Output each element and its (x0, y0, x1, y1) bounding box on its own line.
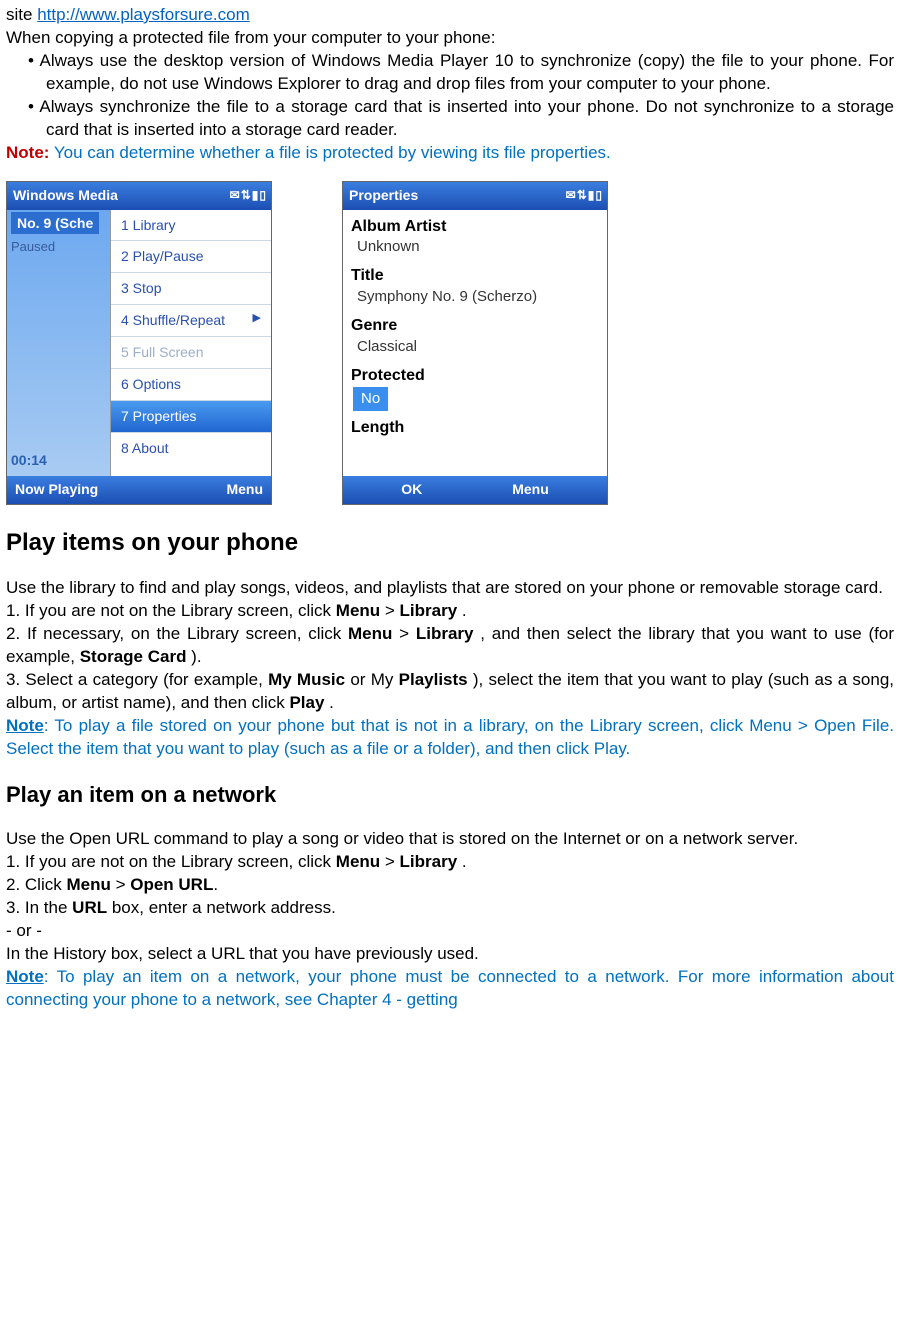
t: 3. In the (6, 898, 72, 917)
menu-item-stop[interactable]: 3 Stop (111, 273, 271, 305)
playback-status: Paused (11, 238, 55, 256)
softkey-menu-2[interactable]: Menu (512, 480, 549, 499)
t: > (392, 624, 415, 643)
label-title: Title (343, 263, 607, 287)
bold-menu-4: Menu (66, 875, 110, 894)
t: 2. If necessary, on the Library screen, … (6, 624, 348, 643)
t: > (111, 875, 130, 894)
heading-play-items: Play items on your phone (6, 527, 894, 559)
phone2-title: Properties (349, 186, 418, 205)
menu-item-playpause[interactable]: 2 Play/Pause (111, 241, 271, 273)
menu-item-about[interactable]: 8 About (111, 433, 271, 464)
t: 3. Select a category (for example, (6, 670, 268, 689)
site-url-link[interactable]: http://www.playsforsure.com (37, 5, 250, 24)
network-history: In the History box, select a URL that yo… (6, 943, 894, 966)
menu-item-options[interactable]: 6 Options (111, 369, 271, 401)
bold-library-2: Library (416, 624, 474, 643)
bold-play: Play (289, 693, 324, 712)
menu-item-shuffle-label: 4 Shuffle/Repeat (121, 312, 225, 328)
note-line: Note: You can determine whether a file i… (6, 142, 894, 165)
t: 1. If you are not on the Library screen,… (6, 852, 336, 871)
bullet-2: • Always synchronize the file to a stora… (6, 96, 894, 142)
t: 2. Click (6, 875, 66, 894)
network-intro: Use the Open URL command to play a song … (6, 828, 894, 851)
note-text-2: : To play a file stored on your phone bu… (6, 716, 894, 758)
value-title: Symphony No. 9 (Scherzo) (343, 287, 607, 313)
phone2-titlebar: Properties ✉⇅▮▯ (343, 182, 607, 210)
play-items-step1: 1. If you are not on the Library screen,… (6, 600, 894, 623)
screenshots-row: Windows Media ✉⇅▮▯ No. 9 (Sche Paused 00… (6, 181, 894, 505)
site-line: site http://www.playsforsure.com (6, 4, 894, 27)
softkey-nowplaying[interactable]: Now Playing (15, 480, 98, 499)
label-protected: Protected (343, 363, 607, 387)
menu-item-properties[interactable]: 7 Properties (111, 401, 271, 433)
note-text-3: : To play an item on a network, your pho… (6, 967, 894, 1009)
value-album-artist: Unknown (343, 237, 607, 263)
context-menu: 1 Library 2 Play/Pause 3 Stop 4 Shuffle/… (110, 210, 271, 476)
softkey-ok[interactable]: OK (401, 480, 422, 499)
play-items-step2: 2. If necessary, on the Library screen, … (6, 623, 894, 669)
phone1-title: Windows Media (13, 186, 118, 205)
value-genre: Classical (343, 337, 607, 363)
menu-item-fullscreen: 5 Full Screen (111, 337, 271, 369)
phone-windows-media: Windows Media ✉⇅▮▯ No. 9 (Sche Paused 00… (6, 181, 272, 505)
track-label: No. 9 (Sche (11, 212, 99, 235)
bold-url: URL (72, 898, 107, 917)
bold-mymusic: My Music (268, 670, 345, 689)
phone1-body: No. 9 (Sche Paused 00:14 1 Library 2 Pla… (7, 210, 271, 476)
bold-menu-3: Menu (336, 852, 380, 871)
t: > (380, 852, 399, 871)
phone1-titlebar: Windows Media ✉⇅▮▯ (7, 182, 271, 210)
phone1-softkeys: Now Playing Menu (7, 476, 271, 504)
t: or My (345, 670, 399, 689)
note-label: Note: (6, 143, 49, 162)
bold-library: Library (400, 601, 458, 620)
t: . (324, 693, 333, 712)
phone2-softkeys: OK Menu (343, 476, 607, 504)
network-or: - or - (6, 920, 894, 943)
t: box, enter a network address. (107, 898, 336, 917)
bold-menu: Menu (336, 601, 380, 620)
menu-item-shuffle[interactable]: 4 Shuffle/Repeat ▶ (111, 305, 271, 337)
t: 1. If you are not on the Library screen,… (6, 601, 336, 620)
note-label-2: Note (6, 716, 44, 735)
t: . (213, 875, 218, 894)
phone2-status-icons: ✉⇅▮▯ (566, 187, 603, 203)
note-text: You can determine whether a file is prot… (49, 143, 610, 162)
bold-openurl: Open URL (130, 875, 213, 894)
t: . (457, 852, 466, 871)
chevron-right-icon: ▶ (253, 311, 261, 326)
site-prefix: site (6, 5, 37, 24)
network-step1: 1. If you are not on the Library screen,… (6, 851, 894, 874)
note-label-3: Note (6, 967, 44, 986)
bold-menu-2: Menu (348, 624, 392, 643)
bold-storage-card: Storage Card (80, 647, 187, 666)
play-items-intro: Use the library to find and play songs, … (6, 577, 894, 600)
label-length: Length (343, 415, 607, 439)
menu-item-library[interactable]: 1 Library (111, 210, 271, 242)
label-genre: Genre (343, 313, 607, 337)
bullet-1: • Always use the desktop version of Wind… (6, 50, 894, 96)
network-step3: 3. In the URL box, enter a network addre… (6, 897, 894, 920)
heading-network: Play an item on a network (6, 780, 894, 810)
t: ). (186, 647, 201, 666)
value-protected: No (353, 387, 388, 411)
bold-library-3: Library (400, 852, 458, 871)
intro-section: site http://www.playsforsure.com When co… (6, 4, 894, 165)
phone1-status-icons: ✉⇅▮▯ (230, 187, 267, 203)
copy-heading: When copying a protected file from your … (6, 27, 894, 50)
label-album-artist: Album Artist (343, 214, 607, 238)
t: > (380, 601, 399, 620)
phone2-body: Album Artist Unknown Title Symphony No. … (343, 210, 607, 476)
network-step2: 2. Click Menu > Open URL. (6, 874, 894, 897)
t: . (457, 601, 466, 620)
phone-properties: Properties ✉⇅▮▯ Album Artist Unknown Tit… (342, 181, 608, 505)
softkey-menu[interactable]: Menu (226, 480, 263, 499)
network-note: Note: To play an item on a network, your… (6, 966, 894, 1012)
bold-playlists: Playlists (399, 670, 468, 689)
play-items-step3: 3. Select a category (for example, My Mu… (6, 669, 894, 715)
play-items-note: Note: To play a file stored on your phon… (6, 715, 894, 761)
playback-time: 00:14 (11, 451, 47, 470)
